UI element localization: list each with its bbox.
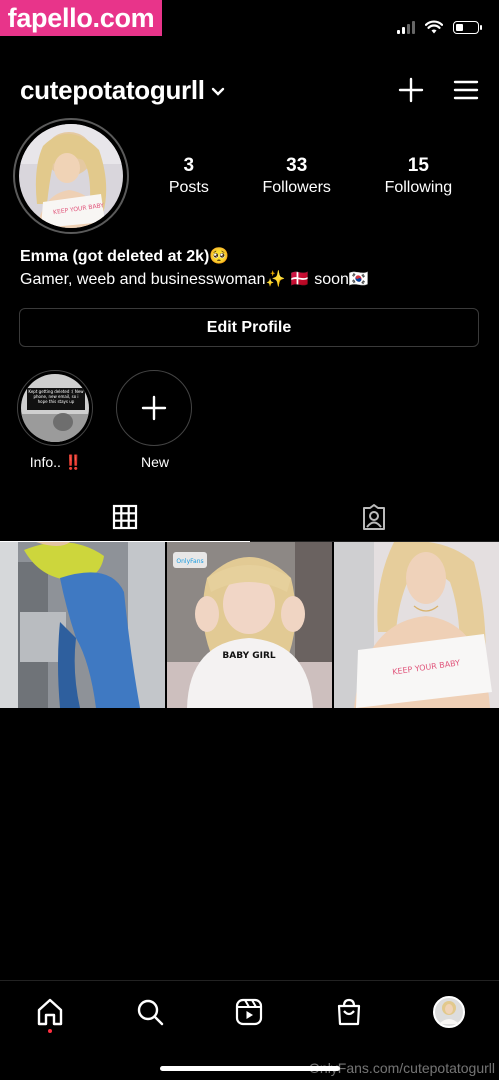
profile-tabs	[0, 492, 499, 542]
tagged-icon	[363, 503, 386, 530]
profile-avatar-icon	[433, 996, 466, 1028]
bio-text: Gamer, weeb and businesswoman✨ 🇩🇰 soon🇰🇷	[20, 271, 369, 288]
profile-bio: Emma (got deleted at 2k)🥺 Gamer, weeb an…	[20, 245, 369, 291]
menu-icon[interactable]	[453, 79, 479, 101]
battery-icon	[453, 20, 482, 34]
highlight-new[interactable]: New	[116, 370, 194, 470]
posts-count: 3	[183, 155, 195, 176]
following-count: 15	[407, 155, 429, 176]
post-overlay-text: OnlyFans	[176, 558, 203, 565]
fapello-watermark: fapello.com	[0, 0, 162, 36]
edit-profile-button[interactable]: Edit Profile	[19, 308, 479, 347]
nav-reels[interactable]	[224, 987, 274, 1037]
highlight-new-label: New	[140, 454, 169, 470]
following-label: Following	[384, 179, 453, 196]
reels-icon	[236, 998, 263, 1026]
following-stat[interactable]: 15 Following	[385, 155, 453, 197]
post-thumbnail[interactable]: KEEP YOUR BABY	[334, 542, 499, 708]
post-shirt-text: BABY GIRL	[222, 651, 276, 661]
highlight-info-thumbnail: Kept getting deleted :( New phone, new e…	[21, 374, 89, 442]
bottom-navigation	[0, 980, 499, 1043]
notification-dot	[47, 1029, 52, 1033]
profile-stats: 3 Posts 33 Followers 15 Following	[142, 155, 479, 197]
profile-avatar[interactable]: KEEP YOUR BABY	[13, 118, 129, 234]
nav-shop[interactable]	[324, 987, 374, 1037]
profile-photo: KEEP YOUR BABY	[19, 124, 123, 228]
posts-grid: BABY GIRL OnlyFans KEEP YOUR BABY	[0, 542, 499, 708]
highlight-info-thumb-text: Kept getting deleted :( New phone, new e…	[28, 389, 84, 404]
search-icon	[137, 999, 163, 1026]
onlyfans-watermark: OnlyFans.com/cutepotatogurll	[309, 1060, 495, 1076]
post-thumbnail[interactable]	[0, 542, 165, 708]
cellular-signal-icon	[397, 20, 415, 34]
tab-tagged[interactable]	[250, 492, 499, 541]
highlight-new-ring	[116, 370, 192, 446]
plus-icon	[141, 395, 167, 421]
posts-label: Posts	[168, 179, 209, 196]
wifi-icon	[425, 20, 443, 34]
chevron-down-icon[interactable]	[211, 87, 225, 97]
home-icon	[37, 998, 63, 1026]
highlight-info-ring: Kept getting deleted :( New phone, new e…	[17, 370, 93, 446]
followers-label: Followers	[262, 179, 331, 196]
highlight-info-label: Info.. ‼️	[29, 454, 83, 470]
nav-home[interactable]	[25, 987, 75, 1037]
profile-header: cutepotatogurll	[20, 70, 479, 110]
nav-search[interactable]	[125, 987, 175, 1037]
nav-profile[interactable]	[424, 987, 474, 1037]
tab-posts-grid[interactable]	[0, 492, 250, 542]
shop-icon	[338, 998, 361, 1026]
post-thumbnail[interactable]: BABY GIRL OnlyFans	[167, 542, 332, 708]
username[interactable]: cutepotatogurll	[20, 75, 205, 106]
followers-stat[interactable]: 33 Followers	[262, 155, 330, 197]
battery-fill	[456, 23, 464, 31]
highlight-info[interactable]: Kept getting deleted :( New phone, new e…	[17, 370, 95, 471]
plus-icon[interactable]	[397, 76, 425, 104]
grid-icon	[112, 504, 137, 529]
display-name: Emma (got deleted at 2k)🥺	[20, 248, 230, 265]
followers-count: 33	[286, 155, 308, 176]
posts-stat[interactable]: 3 Posts	[169, 155, 209, 197]
status-bar	[397, 20, 482, 34]
